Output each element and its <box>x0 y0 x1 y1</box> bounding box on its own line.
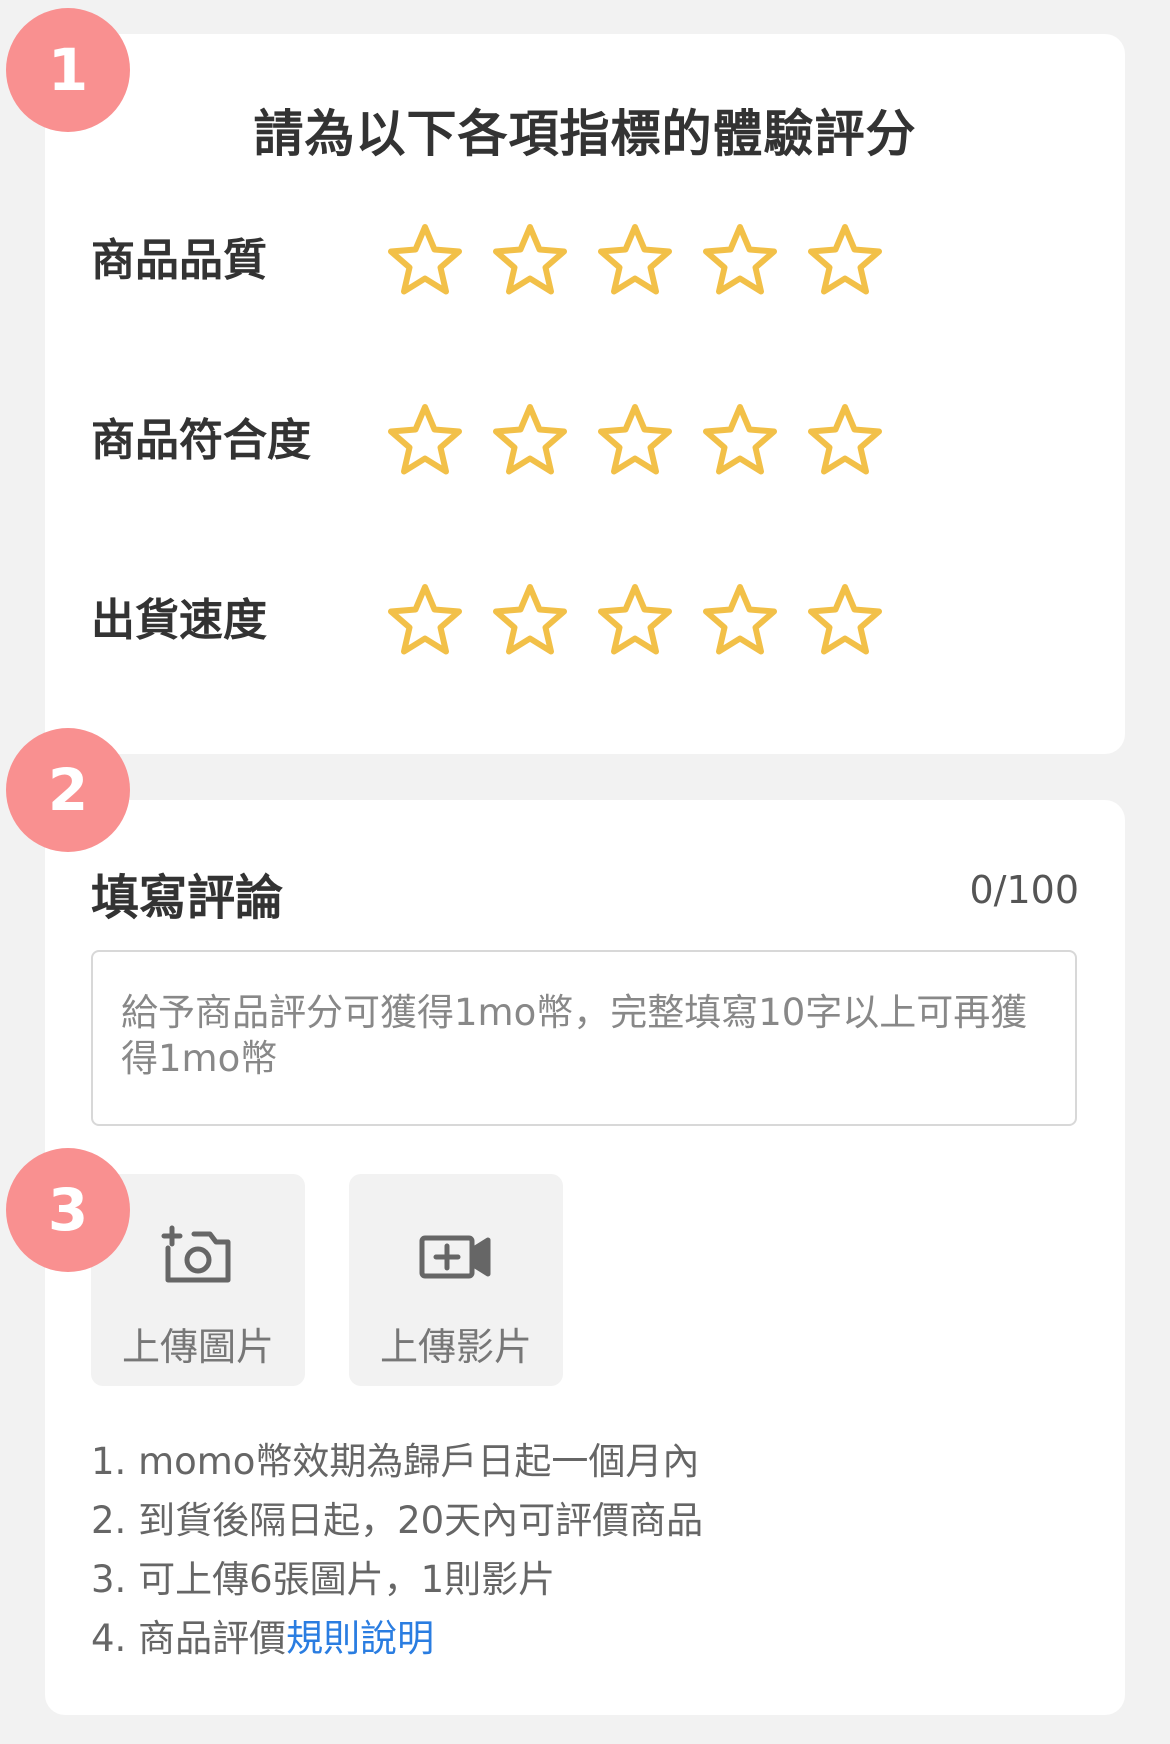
star-icon[interactable] <box>805 221 885 301</box>
rating-title: 請為以下各項指標的體驗評分 <box>253 105 917 163</box>
rules-link[interactable]: 規則說明 <box>286 1617 434 1660</box>
notes-list: 1. momo幣效期為歸戶日起一個月內 2. 到貨後隔日起，20天內可評價商品 … <box>91 1432 703 1668</box>
review-textarea[interactable]: 給予商品評分可獲得1mo幣，完整填寫10字以上可再獲得1mo幣 <box>91 950 1077 1126</box>
note-item-prefix: 4. 商品評價 <box>91 1617 287 1660</box>
star-icon[interactable] <box>385 401 465 481</box>
video-plus-icon <box>349 1224 563 1294</box>
review-char-count: 0/100 <box>969 868 1079 912</box>
rating-label: 出貨速度 <box>91 595 267 646</box>
star-icon[interactable] <box>700 221 780 301</box>
star-icon[interactable] <box>490 221 570 301</box>
star-icon[interactable] <box>595 221 675 301</box>
upload-video-button[interactable]: 上傳影片 <box>349 1174 563 1386</box>
star-icon[interactable] <box>490 401 570 481</box>
upload-video-label: 上傳影片 <box>379 1325 532 1369</box>
rating-card: 請為以下各項指標的體驗評分 商品品質 商品符合度 出貨速度 <box>45 34 1125 754</box>
star-icon[interactable] <box>700 401 780 481</box>
rating-label: 商品符合度 <box>91 415 311 466</box>
star-icon[interactable] <box>805 581 885 661</box>
star-icon[interactable] <box>805 401 885 481</box>
upload-photo-label: 上傳圖片 <box>121 1325 274 1369</box>
star-icon[interactable] <box>595 581 675 661</box>
note-item: 3. 可上傳6張圖片，1則影片 <box>91 1558 556 1601</box>
star-icon[interactable] <box>700 581 780 661</box>
review-placeholder: 給予商品評分可獲得1mo幣，完整填寫10字以上可再獲得1mo幣 <box>121 991 1028 1080</box>
note-item-rules: 4. 商品評價規則說明 <box>91 1609 703 1668</box>
review-card: 填寫評論 0/100 給予商品評分可獲得1mo幣，完整填寫10字以上可再獲得1m… <box>45 800 1125 1715</box>
review-title: 填寫評論 <box>91 870 284 926</box>
star-icon[interactable] <box>595 401 675 481</box>
rating-row-quality: 商品品質 <box>91 216 1091 306</box>
note-item: 1. momo幣效期為歸戶日起一個月內 <box>91 1440 700 1483</box>
star-icon[interactable] <box>490 581 570 661</box>
rating-label: 商品品質 <box>91 235 267 286</box>
step-badge-2: 2 <box>6 728 130 852</box>
star-icon[interactable] <box>385 581 465 661</box>
rating-row-shipping: 出貨速度 <box>91 576 1091 666</box>
star-icon[interactable] <box>385 221 465 301</box>
step-badge-3: 3 <box>6 1148 130 1272</box>
step-badge-1: 1 <box>6 8 130 132</box>
rating-row-match: 商品符合度 <box>91 396 1091 486</box>
note-item: 2. 到貨後隔日起，20天內可評價商品 <box>91 1499 704 1542</box>
